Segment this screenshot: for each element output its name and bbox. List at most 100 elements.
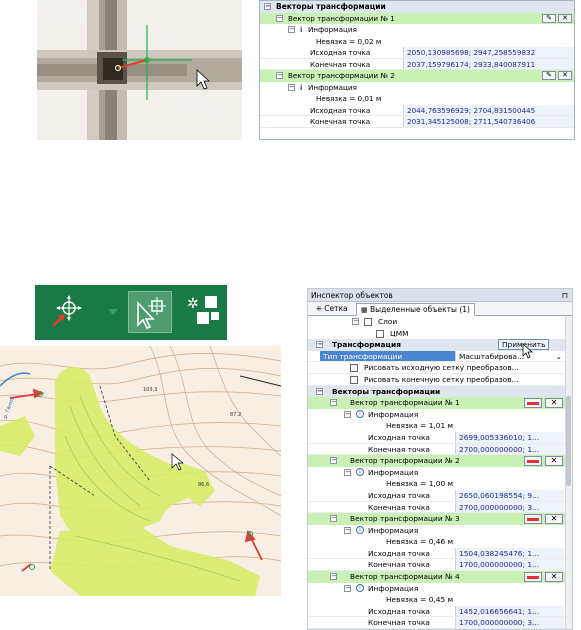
source-point-row[interactable]: Исходная точка 2044,763596929; 2704,8315… [260, 104, 574, 116]
tab-grid[interactable]: ⁜ Сетка [312, 303, 352, 316]
target-point-row[interactable]: Конечная точка 1700,000000000; 3... [308, 617, 572, 629]
edit-vector-button[interactable]: ✎ [542, 13, 556, 23]
scrollbar-thumb[interactable] [566, 396, 571, 486]
section-transform-vectors[interactable]: − Векторы трансформации [260, 1, 574, 13]
source-point-row[interactable]: Исходная точка 1452,016656641; 1... [308, 605, 572, 618]
dropdown-arrow-icon [108, 309, 118, 315]
target-point-row[interactable]: Конечная точка 1700,000000000; 1... [308, 559, 572, 572]
vector-row[interactable]: − Вектор трансформации № 1 ✕ [308, 397, 572, 409]
collapse-icon[interactable]: − [330, 515, 337, 523]
source-point-value[interactable]: 1452,016656641; 1... [455, 605, 564, 617]
source-point-row[interactable]: Исходная точка 2699,005336010; 1... [308, 431, 572, 444]
map-elevation-label: 86,6 [198, 482, 209, 488]
source-point-value[interactable]: 2699,005336010; 1... [455, 431, 564, 443]
source-point-value[interactable]: 1504,038245476; 1... [455, 547, 564, 559]
source-point-row[interactable]: Исходная точка 2050,130985698; 2947,2585… [260, 47, 574, 59]
target-point-value[interactable]: 2700,000000000; 1... [455, 443, 564, 455]
collapse-icon[interactable]: − [344, 584, 351, 592]
draw-source-grid-checkbox[interactable] [350, 364, 358, 373]
target-point-row[interactable]: Конечная точка 2700,000000000; 1... [308, 443, 572, 456]
transform-vectors-tree: − Векторы трансформации − Вектор трансфо… [259, 0, 575, 140]
locate-vector-button[interactable] [524, 398, 542, 409]
inspector-scrollbar[interactable] [565, 316, 572, 629]
delete-vector-button[interactable]: ✕ [558, 71, 572, 80]
layers-checkbox[interactable] [364, 318, 372, 326]
info-row[interactable]: − i Информация [260, 24, 574, 36]
delete-vector-button[interactable]: ✕ [545, 514, 563, 525]
collapse-icon[interactable]: − [288, 26, 295, 33]
target-point-label: Конечная точка [310, 59, 371, 69]
target-point-row[interactable]: Конечная точка 2031,345125008; 2711,5407… [260, 116, 574, 128]
collapse-icon[interactable]: − [330, 573, 337, 581]
dem-checkbox[interactable] [376, 329, 384, 338]
source-point-row[interactable]: Исходная точка 1504,038245476; 1... [308, 547, 572, 560]
info-icon: i [356, 584, 364, 593]
info-row[interactable]: − i Информация [260, 82, 574, 94]
source-point-value[interactable]: 2650,060198554; 9... [455, 489, 564, 501]
collapse-icon[interactable]: − [316, 341, 323, 349]
locate-vector-button[interactable] [524, 456, 542, 467]
delete-vector-button[interactable]: ✕ [545, 572, 563, 583]
topographic-map[interactable]: 103,3 86,6 87,2 р. Ганна [0, 346, 281, 596]
target-point-value[interactable]: 2031,345125008; 2711,540736406 [403, 116, 574, 127]
vector-row[interactable]: − Вектор трансформации № 3 ✕ [308, 513, 572, 525]
collapse-icon[interactable]: − [276, 14, 283, 22]
layers-row[interactable]: − Слои [308, 316, 572, 328]
collapse-icon[interactable]: − [344, 410, 351, 418]
pin-icon[interactable]: ⊓ [562, 289, 568, 302]
vector-row[interactable]: − Вектор трансформации № 2 ✕ [308, 455, 572, 467]
edit-vector-button[interactable]: ✎ [542, 71, 556, 80]
transform-move-button[interactable] [43, 291, 87, 333]
grid-icon: ⁜ [316, 305, 322, 313]
collapse-icon[interactable]: − [344, 468, 351, 476]
dem-row[interactable]: ЦММ [308, 328, 572, 340]
transform-type-select[interactable]: Масштабирова... ⌄ [455, 350, 564, 362]
grid-settings-button[interactable]: ✲ [181, 291, 225, 333]
delete-vector-button[interactable]: ✕ [545, 456, 563, 467]
section-transform-vectors[interactable]: − Векторы трансформации [308, 385, 572, 398]
locate-vector-button[interactable] [524, 572, 542, 583]
delete-vector-button[interactable]: ✕ [545, 398, 563, 409]
draw-target-grid-checkbox[interactable] [350, 375, 358, 384]
collapse-icon[interactable]: − [352, 318, 359, 325]
info-icon: i [300, 82, 303, 92]
info-row[interactable]: − i Информация [308, 525, 572, 537]
svg-text:✲: ✲ [187, 296, 199, 312]
tab-selected-objects[interactable]: ▦ Выделенные объекты (1) [356, 303, 475, 316]
locate-vector-button[interactable] [524, 514, 542, 525]
target-point-value[interactable]: 2037,159796174; 2933,840087911 [403, 58, 574, 69]
target-point-label: Конечная точка [368, 444, 430, 454]
collapse-icon[interactable]: − [288, 83, 295, 91]
draw-source-grid-row[interactable]: Рисовать исходную сетку преобразов... [308, 362, 572, 374]
target-point-value[interactable]: 1700,000000000; 1... [455, 559, 564, 571]
info-label: Информация [368, 409, 419, 419]
source-point-value[interactable]: 2050,130985698; 2947,258559832 [403, 47, 574, 58]
select-object-button[interactable] [128, 291, 172, 333]
info-row[interactable]: − i Информация [308, 409, 572, 421]
inspector-title: Инспектор объектов [311, 291, 393, 300]
residual-row: Невязка = 0,01 м [260, 93, 574, 105]
vector-2-row[interactable]: − Вектор трансформации № 2 ✎ ✕ [260, 70, 574, 82]
collapse-icon[interactable]: − [316, 387, 323, 395]
source-point-row[interactable]: Исходная точка 2650,060198554; 9... [308, 489, 572, 502]
collapse-icon[interactable]: − [330, 457, 337, 465]
target-point-value[interactable]: 2700,000000000; 3... [455, 501, 564, 513]
info-row[interactable]: − i Информация [308, 467, 572, 479]
collapse-icon[interactable]: − [330, 399, 337, 407]
vector-1-row[interactable]: − Вектор трансформации № 1 ✎ ✕ [260, 12, 574, 24]
info-row[interactable]: − i Информация [308, 583, 572, 595]
delete-vector-button[interactable]: ✕ [558, 13, 572, 23]
target-point-value[interactable]: 1700,000000000; 3... [455, 617, 564, 629]
draw-target-grid-row[interactable]: Рисовать конечную сетку преобразов... [308, 374, 572, 386]
collapse-icon[interactable]: − [264, 3, 271, 10]
vector-list: − Вектор трансформации № 1 ✕ − i Информация Не… [308, 397, 572, 629]
vector-row[interactable]: − Вектор трансформации № 4 ✕ [308, 571, 572, 583]
collapse-icon[interactable]: − [344, 526, 351, 534]
map-elevation-label: 103,3 [143, 387, 157, 393]
collapse-icon[interactable]: − [276, 72, 283, 79]
dropdown-arrow-button[interactable] [103, 291, 123, 333]
vector-title: Вектор трансформации № 1 [288, 13, 395, 23]
target-point-row[interactable]: Конечная точка 2037,159796174; 2933,8400… [260, 58, 574, 70]
target-point-row[interactable]: Конечная точка 2700,000000000; 3... [308, 501, 572, 514]
source-point-value[interactable]: 2044,763596929; 2704,831500445 [403, 104, 574, 115]
